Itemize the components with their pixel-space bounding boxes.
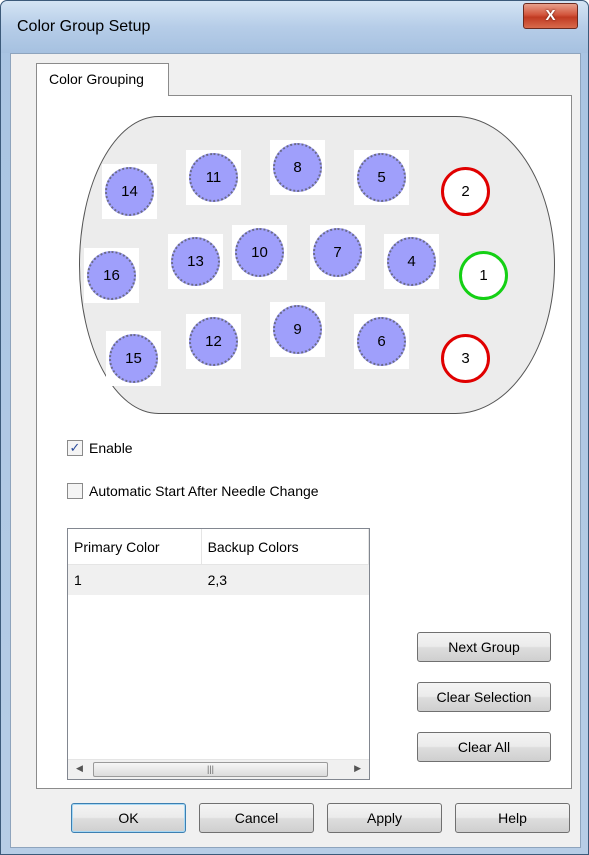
needle-button[interactable]: 11 [186, 150, 241, 205]
auto-start-row[interactable]: Automatic Start After Needle Change [67, 483, 319, 499]
clear-all-button[interactable]: Clear All [417, 732, 551, 762]
apply-button[interactable]: Apply [327, 803, 442, 833]
needle-label: 6 [357, 317, 406, 366]
tab-color-grouping[interactable]: Color Grouping [36, 63, 169, 96]
needle-label: 11 [189, 153, 238, 202]
needle-board: 14 11 8 5 2 16 13 10 7 4 1 15 12 9 6 3 [79, 116, 555, 414]
needle-button[interactable]: 5 [354, 150, 409, 205]
scroll-thumb[interactable]: ||| [93, 762, 328, 777]
needle-label: 10 [235, 228, 284, 277]
horizontal-scrollbar[interactable]: ◀ ||| ▶ [68, 759, 369, 779]
cell-backup-colors: 2,3 [207, 572, 228, 588]
needle-label: 1 [459, 251, 508, 300]
needle-button[interactable]: 1 [456, 248, 511, 303]
cell-primary-color: 1 [74, 572, 82, 588]
title-bar[interactable]: Color Group Setup X [1, 1, 588, 53]
auto-start-label: Automatic Start After Needle Change [89, 483, 319, 499]
enable-checkbox[interactable]: ✓ [67, 440, 83, 456]
needle-label: 9 [273, 305, 322, 354]
table-row[interactable]: 1 2,3 [68, 565, 369, 595]
clear-selection-button[interactable]: Clear Selection [417, 682, 551, 712]
enable-label: Enable [89, 440, 133, 456]
needle-label: 7 [313, 228, 362, 277]
needle-button[interactable]: 6 [354, 314, 409, 369]
needle-button[interactable]: 2 [438, 164, 493, 219]
tab-panel: 14 11 8 5 2 16 13 10 7 4 1 15 12 9 6 3 ✓… [36, 95, 572, 789]
scroll-left-icon[interactable]: ◀ [76, 763, 83, 774]
color-group-list[interactable]: Primary Color Backup Colors 1 2,3 ◀ ||| … [67, 528, 370, 780]
needle-label: 3 [441, 334, 490, 383]
list-header: Primary Color Backup Colors [68, 529, 369, 565]
needle-button[interactable]: 15 [106, 331, 161, 386]
needle-button[interactable]: 10 [232, 225, 287, 280]
ok-button[interactable]: OK [71, 803, 186, 833]
next-group-button[interactable]: Next Group [417, 632, 551, 662]
needle-label: 14 [105, 167, 154, 216]
auto-start-checkbox[interactable] [67, 483, 83, 499]
needle-label: 13 [171, 237, 220, 286]
needle-button[interactable]: 3 [438, 331, 493, 386]
needle-label: 4 [387, 237, 436, 286]
needle-button[interactable]: 13 [168, 234, 223, 289]
needle-button[interactable]: 4 [384, 234, 439, 289]
help-button[interactable]: Help [455, 803, 570, 833]
needle-button[interactable]: 16 [84, 248, 139, 303]
needle-label: 12 [189, 317, 238, 366]
dialog-client: Color Grouping 14 11 8 5 2 16 13 10 7 4 … [10, 53, 581, 848]
needle-label: 5 [357, 153, 406, 202]
enable-row[interactable]: ✓ Enable [67, 440, 133, 456]
close-button[interactable]: X [523, 3, 578, 29]
needle-button[interactable]: 14 [102, 164, 157, 219]
scroll-right-icon[interactable]: ▶ [354, 763, 361, 774]
dialog-window: Color Group Setup X Color Grouping 14 11… [0, 0, 589, 855]
needle-button[interactable]: 7 [310, 225, 365, 280]
needle-label: 8 [273, 143, 322, 192]
column-primary-color[interactable]: Primary Color [68, 529, 202, 565]
window-title: Color Group Setup [17, 18, 151, 35]
needle-label: 16 [87, 251, 136, 300]
needle-button[interactable]: 12 [186, 314, 241, 369]
cancel-button[interactable]: Cancel [199, 803, 314, 833]
needle-button[interactable]: 8 [270, 140, 325, 195]
column-backup-colors[interactable]: Backup Colors [202, 529, 369, 565]
needle-label: 2 [441, 167, 490, 216]
needle-button[interactable]: 9 [270, 302, 325, 357]
needle-label: 15 [109, 334, 158, 383]
